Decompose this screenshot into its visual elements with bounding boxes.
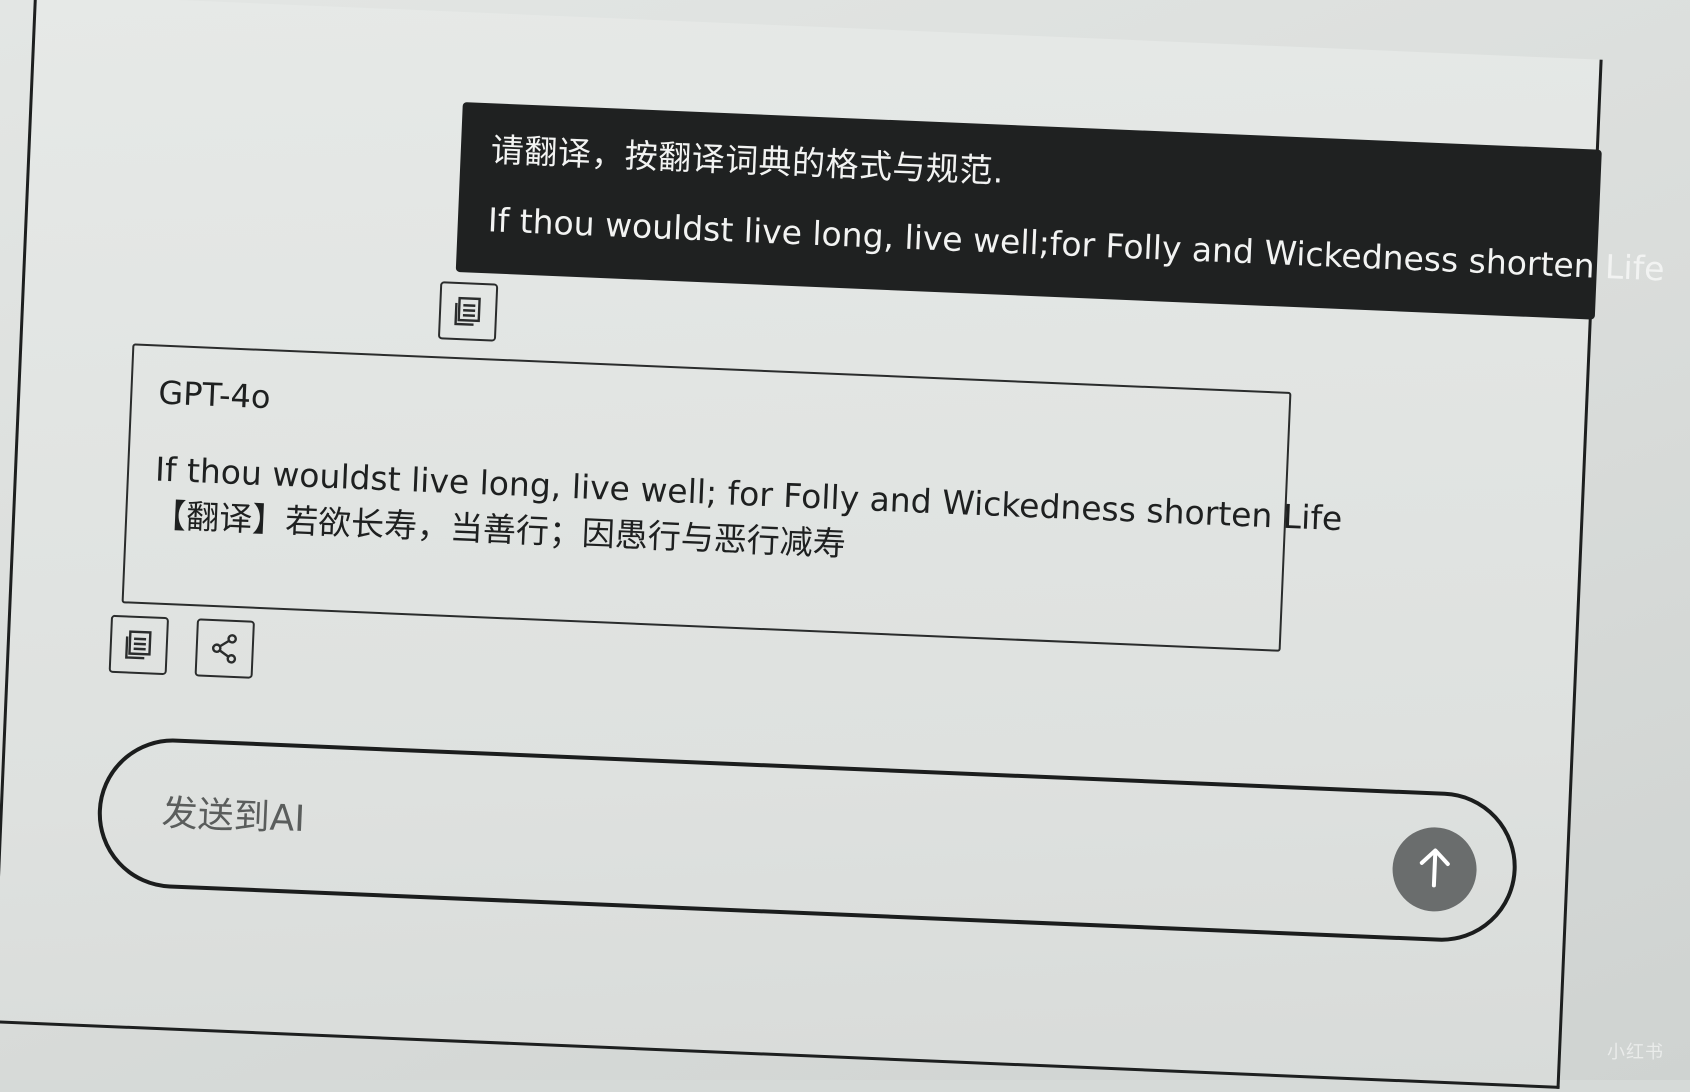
message-input[interactable]	[158, 782, 1265, 891]
copy-ai-response-button[interactable]	[108, 614, 170, 676]
eink-screen: 请翻译，按翻译词典的格式与规范. If thou wouldst live lo…	[0, 0, 1690, 1089]
copy-user-message-button[interactable]	[437, 281, 499, 342]
user-message-instruction: 请翻译，按翻译词典的格式与规范.	[490, 130, 1005, 191]
watermark: 小红书	[1607, 1042, 1664, 1063]
ai-response-text: If thou wouldst live long, live well; fo…	[152, 447, 1343, 585]
send-button[interactable]	[1390, 825, 1479, 914]
message-composer	[94, 735, 1520, 945]
ai-model-label: GPT-4o	[157, 373, 272, 417]
user-message-source-text: If thou wouldst live long, live well;for…	[487, 200, 1666, 289]
ai-response-card: GPT-4o If thou wouldst live long, live w…	[121, 343, 1343, 652]
share-ai-response-button[interactable]	[194, 618, 255, 679]
share-icon	[207, 631, 242, 666]
user-message-bubble: 请翻译，按翻译词典的格式与规范. If thou wouldst live lo…	[455, 102, 1666, 320]
chat-window: 请翻译，按翻译词典的格式与规范. If thou wouldst live lo…	[0, 0, 1666, 1089]
copy-icon	[450, 294, 485, 329]
arrow-up-icon	[1414, 845, 1456, 895]
copy-icon	[121, 627, 156, 662]
